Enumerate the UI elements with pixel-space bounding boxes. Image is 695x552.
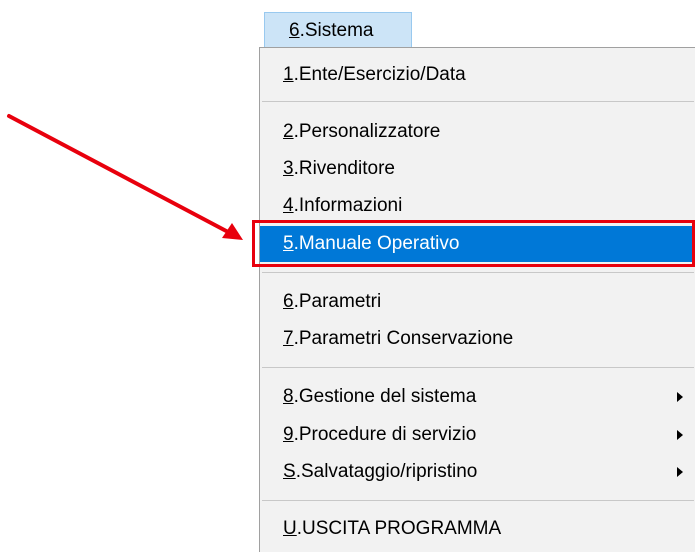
menu-item-parametri[interactable]: 6.Parametri: [260, 284, 695, 320]
menu-sistema-label: 6.Sistema: [289, 20, 374, 41]
menu-item-label: 1.Ente/Esercizio/Data: [283, 64, 466, 85]
menu-separator: [262, 500, 694, 501]
menu-separator: [262, 367, 694, 368]
menu-item-label: 7.Parametri Conservazione: [283, 328, 514, 349]
menu-separator: [262, 101, 694, 102]
menu-separator: [262, 272, 694, 273]
menu-item-gestione-del-sistema[interactable]: 8.Gestione del sistema: [260, 379, 695, 415]
menu-item-label: S.Salvataggio/ripristino: [283, 461, 478, 482]
highlight-frame: [252, 220, 695, 267]
menu-item-label: 6.Parametri: [283, 291, 382, 312]
menu-item-label: 2.Personalizzatore: [283, 121, 441, 142]
menu-item-procedure-di-servizio[interactable]: 9.Procedure di servizio: [260, 417, 695, 453]
menu-item-label: U.USCITA PROGRAMMA: [283, 518, 502, 539]
menu-sistema[interactable]: 6.Sistema: [264, 12, 412, 48]
menu-item-uscita-programma[interactable]: U.USCITA PROGRAMMA: [260, 511, 695, 547]
submenu-arrow-icon: [677, 392, 683, 402]
submenu-arrow-icon: [677, 467, 683, 477]
sistema-dropdown: 1.Ente/Esercizio/Data 2.Personalizzatore…: [259, 47, 695, 552]
menu-item-label: 9.Procedure di servizio: [283, 424, 477, 445]
menu-item-parametri-conservazione[interactable]: 7.Parametri Conservazione: [260, 321, 695, 357]
screenshot-stage: 6.Sistema 1.Ente/Esercizio/Data 2.Person…: [0, 0, 695, 552]
menu-item-label: 3.Rivenditore: [283, 158, 395, 179]
menu-item-personalizzatore[interactable]: 2.Personalizzatore: [260, 114, 695, 150]
menu-item-rivenditore[interactable]: 3.Rivenditore: [260, 151, 695, 187]
menu-item-ente-esercizio-data[interactable]: 1.Ente/Esercizio/Data: [260, 57, 695, 93]
menu-item-salvataggio-ripristino[interactable]: S.Salvataggio/ripristino: [260, 454, 695, 490]
submenu-arrow-icon: [677, 430, 683, 440]
menu-item-informazioni[interactable]: 4.Informazioni: [260, 188, 695, 224]
menu-item-label: 4.Informazioni: [283, 195, 403, 216]
menu-item-label: 8.Gestione del sistema: [283, 386, 477, 407]
